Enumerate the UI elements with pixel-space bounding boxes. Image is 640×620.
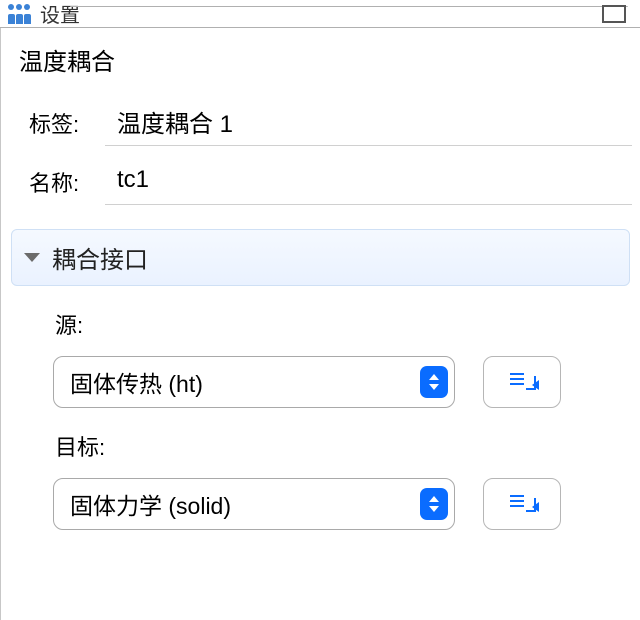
source-row: 固体传热 (ht) <box>29 356 612 408</box>
top-bar: 设置 <box>0 0 640 28</box>
topbar-label: 设置 <box>40 0 80 28</box>
name-row: 名称: <box>1 152 640 211</box>
target-goto-button[interactable] <box>483 478 561 530</box>
goto-icon <box>510 370 534 394</box>
panel-title: 温度耦合 <box>1 28 640 93</box>
section-header-label: 耦合接口 <box>52 240 148 275</box>
label-input[interactable] <box>105 99 632 146</box>
window-control-icon[interactable] <box>602 5 626 23</box>
target-select-value: 固体力学 (solid) <box>70 487 420 521</box>
label-row: 标签: <box>1 93 640 152</box>
source-goto-button[interactable] <box>483 356 561 408</box>
goto-icon <box>510 492 534 516</box>
name-input[interactable] <box>105 158 632 205</box>
updown-icon <box>420 488 448 520</box>
target-select[interactable]: 固体力学 (solid) <box>53 478 455 530</box>
section-header-coupling[interactable]: 耦合接口 <box>11 229 630 286</box>
updown-icon <box>420 366 448 398</box>
name-field-label: 名称: <box>29 166 91 198</box>
target-row: 固体力学 (solid) <box>29 478 612 530</box>
source-select-value: 固体传热 (ht) <box>70 365 420 399</box>
target-label: 目标: <box>29 408 612 478</box>
source-label: 源: <box>29 286 612 356</box>
settings-panel: 温度耦合 标签: 名称: 耦合接口 源: 固体传热 (ht) 目标: <box>0 28 640 620</box>
chevron-down-icon <box>24 253 40 262</box>
label-field-label: 标签: <box>29 107 91 139</box>
coupling-fields: 源: 固体传热 (ht) 目标: 固体力学 (solid) <box>1 286 640 530</box>
source-select[interactable]: 固体传热 (ht) <box>53 356 455 408</box>
settings-multiphysics-icon <box>6 4 32 24</box>
topbar-divider <box>70 6 628 7</box>
